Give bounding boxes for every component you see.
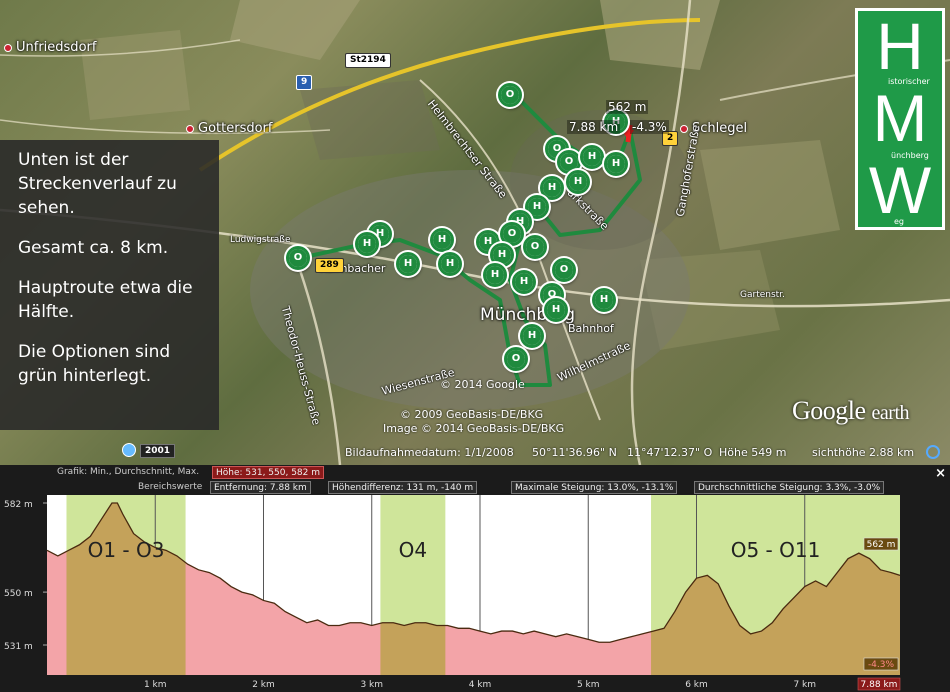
logo-word-muenchberg: ünchberg (891, 151, 929, 160)
close-icon[interactable]: × (935, 466, 946, 481)
end-distance-label: 7.88 km (861, 680, 898, 690)
route-marker-h[interactable]: H (604, 152, 628, 176)
end-elevation-label: 562 m (867, 540, 896, 550)
latitude-readout: 50°11'36.96" N (532, 446, 617, 459)
chart-y-tick-label: 582 m (4, 500, 33, 510)
chart-x-tick-label: 2 km (252, 680, 275, 690)
range-values-label: Bereichswerte (138, 482, 203, 492)
height-diff-field: Höhendifferenz: 131 m, -140 m (328, 481, 478, 494)
chart-band-label: O4 (399, 538, 427, 562)
chart-y-tick-label: 531 m (4, 642, 33, 652)
chart-band-label: O1 - O3 (88, 538, 165, 562)
route-marker-h[interactable]: H (355, 232, 379, 256)
graph-label: Grafik: Min., Durchschnitt, Max. (57, 467, 200, 477)
logo-letter-w: W (868, 153, 932, 227)
route-marker-h[interactable]: H (483, 263, 507, 287)
street-label: Bahnhof (568, 322, 614, 335)
distance-field: Entfernung: 7.88 km (210, 481, 311, 494)
chart-x-tick-label: 6 km (685, 680, 708, 690)
road-shield: St2194 (345, 53, 391, 68)
globe-icon[interactable] (926, 445, 940, 459)
route-marker-o[interactable]: O (552, 258, 576, 282)
route-marker-o[interactable]: O (286, 246, 310, 270)
copyright-google: © 2014 Google (440, 378, 525, 391)
chart-x-tick-label: 5 km (577, 680, 600, 690)
route-marker-o[interactable]: O (523, 235, 547, 259)
chart-x-tick-label: 7 km (793, 680, 816, 690)
map-callout-elevation: 562 m (606, 100, 649, 114)
end-grade-label: -4.3% (868, 660, 895, 670)
height-range-field[interactable]: Höhe: 531, 550, 582 m (212, 466, 325, 479)
chart-y-tick-label: 550 m (4, 589, 33, 599)
town-label-unfriedsdorf: Unfriedsdorf (4, 40, 96, 55)
road-shield: 289 (315, 258, 344, 273)
logo-word-historischer: istorischer (888, 77, 930, 86)
route-marker-h[interactable]: H (430, 228, 454, 252)
max-grade-field: Maximale Steigung: 13.0%, -13.1% (511, 481, 678, 494)
street-label: Ludwigstraße (230, 235, 291, 245)
logo-letter-h: H (876, 9, 924, 83)
chart-x-tick-label: 3 km (360, 680, 383, 690)
info-line: Die Optionen sind grün hinterlegt. (18, 342, 171, 386)
info-line: Hauptroute etwa die Hälfte. (18, 278, 193, 322)
profile-stats-row-2: Bereichswerte Entfernung: 7.88 km Höhend… (0, 481, 950, 494)
copyright-image: Image © 2014 GeoBasis-DE/BKG (383, 422, 565, 435)
route-marker-h[interactable]: H (396, 252, 420, 276)
logo-letter-m: M (872, 81, 928, 155)
chart-x-tick-label: 1 km (144, 680, 167, 690)
google-earth-logo: Google earth (792, 396, 910, 425)
logo-word-weg: eg (894, 217, 904, 226)
route-marker-h[interactable]: H (566, 170, 590, 194)
chart-x-tick-label: 4 km (469, 680, 492, 690)
map-status-bar: Bildaufnahmedatum: 1/1/2008 50°11'36.96"… (0, 442, 950, 464)
road-shield: 9 (296, 75, 313, 90)
route-marker-h[interactable]: H (592, 288, 616, 312)
elevation-profile-panel: Grafik: Min., Durchschnitt, Max. Höhe: 5… (0, 465, 950, 692)
copyright-geobasis: © 2009 GeoBasis-DE/BKG (400, 408, 544, 421)
route-marker-h[interactable]: H (580, 145, 604, 169)
town-label-gottersdorf: Gottersdorf (186, 121, 272, 136)
avg-grade-field: Durchschnittliche Steigung: 3.3%, -3.0% (694, 481, 885, 494)
route-marker-o[interactable]: O (504, 347, 528, 371)
info-line: Unten ist der Streckenverlauf zu sehen. (18, 150, 177, 218)
longitude-readout: 11°47'12.37" O (627, 446, 713, 459)
elevation-readout: Höhe 549 m (719, 446, 787, 459)
hmw-logo: H M W istorischer ünchberg eg (855, 8, 945, 230)
route-marker-h[interactable]: H (520, 324, 544, 348)
elevation-chart[interactable]: O1 - O3 O4 O5 - O11 582 m 550 m 531 m 1 km 2 km… (0, 495, 950, 692)
map-callout-distance: 7.88 km (567, 120, 621, 134)
eye-altitude-readout: sichthöhe 2.88 km (812, 446, 915, 459)
image-date: Bildaufnahmedatum: 1/1/2008 (345, 446, 514, 459)
route-marker-o[interactable]: O (498, 83, 522, 107)
route-marker-h[interactable]: H (438, 252, 462, 276)
satellite-map-view[interactable]: Unfriedsdorf Gottersdorf Schlegel Münchb… (0, 0, 950, 465)
chart-band-label: O5 - O11 (731, 538, 821, 562)
info-line: Gesamt ca. 8 km. (18, 238, 169, 258)
route-marker-h[interactable]: H (544, 298, 568, 322)
map-callout-grade: -4.3% (630, 120, 669, 134)
street-label: Gartenstr. (740, 290, 785, 300)
profile-stats-row-1: Grafik: Min., Durchschnitt, Max. Höhe: 5… (0, 466, 950, 479)
route-marker-h[interactable]: H (512, 270, 536, 294)
info-box: Unten ist der Streckenverlauf zu sehen. … (0, 140, 219, 430)
